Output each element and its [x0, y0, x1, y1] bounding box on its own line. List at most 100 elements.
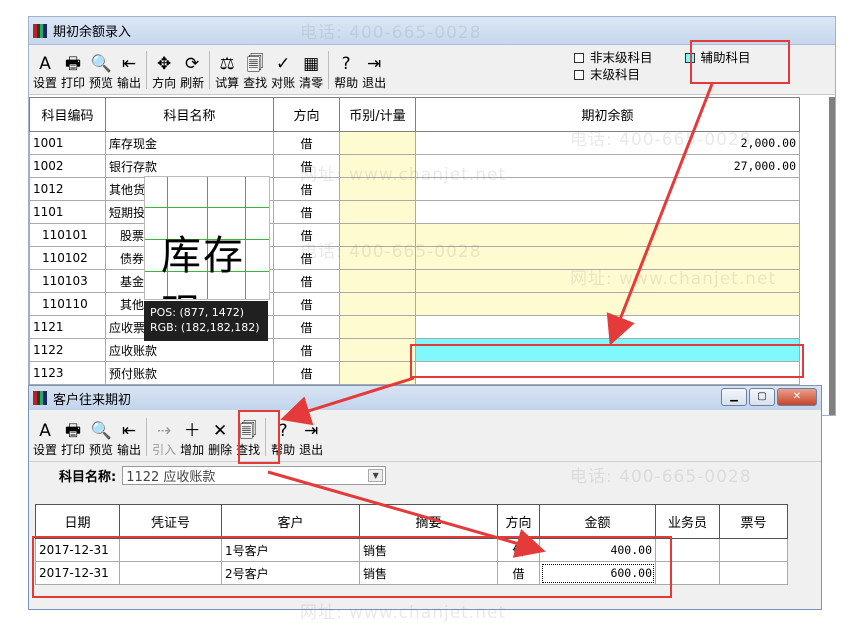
window-title: 期初余额录入	[53, 25, 132, 40]
cell-currency[interactable]	[339, 131, 416, 155]
cell-direction[interactable]: 借	[273, 269, 340, 293]
magnifier-overlay: 库存现	[144, 176, 270, 300]
exit-button[interactable]: ⇥ 退出	[360, 47, 388, 91]
preview-button-label: 预览	[89, 76, 114, 90]
col-header-date[interactable]: 日期	[35, 504, 120, 539]
cell-direction[interactable]: 借	[273, 246, 340, 270]
exit-button-2-label: 退出	[299, 443, 324, 457]
col-header-staff[interactable]: 业务员	[655, 504, 720, 539]
reconcile-icon: ✓	[276, 54, 291, 74]
clear-button[interactable]: ▦ 清零	[297, 47, 325, 91]
settings-button-label: 设置	[33, 76, 58, 90]
col-header-code[interactable]: 科目编码	[29, 97, 106, 132]
cell-currency[interactable]	[339, 292, 416, 316]
cell-direction[interactable]: 借	[273, 177, 340, 201]
cell-balance[interactable]	[415, 315, 800, 339]
print-icon-2: 🖶	[64, 421, 82, 441]
cell-balance[interactable]: 27,000.00	[415, 154, 800, 178]
cell-ticket[interactable]	[719, 538, 788, 562]
cell-direction[interactable]: 借	[273, 361, 340, 385]
col-header-direction[interactable]: 方向	[273, 97, 340, 132]
minimize-button[interactable]: ▁	[721, 388, 747, 406]
export-icon: ⇤	[121, 54, 137, 74]
refresh-button[interactable]: ⟳ 刷新	[178, 47, 206, 91]
preview-button[interactable]: 🔍 预览	[87, 47, 115, 91]
cell-balance[interactable]	[415, 200, 800, 224]
print-button-2[interactable]: 🖶 打印	[59, 414, 87, 458]
maximize-button[interactable]: ▢	[749, 388, 775, 406]
window-title-2: 客户往来期初	[53, 392, 132, 408]
col-header-name[interactable]: 科目名称	[105, 97, 274, 132]
col-header-currency[interactable]: 币别/计量	[339, 97, 416, 132]
preview-button-2[interactable]: 🔍 预览	[87, 414, 115, 458]
cell-balance[interactable]	[415, 246, 800, 270]
help-button[interactable]: ? 帮助	[332, 47, 360, 91]
col-header-ticket[interactable]: 票号	[719, 504, 788, 539]
cell-code: 1002	[29, 154, 106, 178]
toolbar-2: A 设置 🖶 打印 🔍 预览 ⇤ 输出 ⇢ 引入＋增加 ✕ 删除 🗐 查找? 帮助 ⇥ 退出	[29, 410, 821, 462]
cell-direction[interactable]: 借	[273, 338, 340, 362]
exit-button-2[interactable]: ⇥ 退出	[297, 414, 325, 458]
cell-code: 110103	[29, 269, 106, 293]
direction-button[interactable]: ✥ 方向	[150, 47, 178, 91]
cell-direction[interactable]: 借	[273, 223, 340, 247]
cell-balance[interactable]	[415, 292, 800, 316]
subject-label: 科目名称:	[59, 469, 117, 485]
cell-currency[interactable]	[339, 154, 416, 178]
pos-readout: POS: (877, 1472)	[150, 306, 245, 319]
find-button[interactable]: 🗐 查找	[241, 47, 269, 91]
print-button[interactable]: 🖶 打印	[59, 47, 87, 91]
reconcile-button[interactable]: ✓ 对账	[269, 47, 297, 91]
cell-direction[interactable]: 借	[273, 292, 340, 316]
entries-highlight	[32, 536, 672, 598]
settings-icon: A	[39, 54, 51, 74]
cell-currency[interactable]	[339, 315, 416, 339]
cell-currency[interactable]	[339, 269, 416, 293]
chevron-down-icon[interactable]: ▼	[368, 468, 384, 482]
col-header-direction-2[interactable]: 方向	[497, 504, 540, 539]
cell-balance[interactable]: 2,000.00	[415, 131, 800, 155]
cell-currency[interactable]	[339, 338, 416, 362]
add-button[interactable]: ＋ 增加	[178, 414, 206, 458]
cell-direction[interactable]: 借	[273, 315, 340, 339]
cell-currency[interactable]	[339, 223, 416, 247]
col-header-voucher[interactable]: 凭证号	[119, 504, 222, 539]
import-button[interactable]: ⇢ 引入	[150, 414, 178, 458]
cell-ticket[interactable]	[719, 561, 788, 585]
cell-currency[interactable]	[339, 177, 416, 201]
close-button[interactable]: ✕	[777, 388, 817, 406]
find-button-label: 查找	[243, 76, 268, 90]
settings-icon-2: A	[39, 421, 51, 441]
export-button-2[interactable]: ⇤ 输出	[115, 414, 143, 458]
cell-direction[interactable]: 借	[273, 200, 340, 224]
trial-balance-button-label: 试算	[215, 76, 240, 90]
preview-icon: 🔍	[90, 54, 112, 74]
direction-button-label: 方向	[152, 76, 177, 90]
table-row[interactable]: 1002 银行存款借 27,000.00	[29, 154, 800, 178]
table-row[interactable]: 1001 库存现金借 2,000.00	[29, 131, 800, 155]
cell-currency[interactable]	[339, 200, 416, 224]
settings-button-2-label: 设置	[33, 443, 58, 457]
col-header-balance[interactable]: 期初余额	[415, 97, 800, 132]
delete-button[interactable]: ✕ 删除	[206, 414, 234, 458]
cell-code: 1012	[29, 177, 106, 201]
cell-balance[interactable]	[415, 223, 800, 247]
cell-currency[interactable]	[339, 361, 416, 385]
cell-direction[interactable]: 借	[273, 131, 340, 155]
settings-button[interactable]: A 设置	[31, 47, 59, 91]
subject-select[interactable]: 1122 应收账款 ▼	[122, 465, 387, 485]
trial-balance-button[interactable]: ⚖ 试算	[213, 47, 241, 91]
cell-currency[interactable]	[339, 246, 416, 270]
help-button-label: 帮助	[334, 76, 359, 90]
export-button[interactable]: ⇤ 输出	[115, 47, 143, 91]
cell-direction[interactable]: 借	[273, 154, 340, 178]
cell-balance[interactable]	[415, 269, 800, 293]
print-button-2-label: 打印	[61, 443, 86, 457]
cell-balance[interactable]	[415, 177, 800, 201]
col-header-customer[interactable]: 客户	[221, 504, 360, 539]
settings-button-2[interactable]: A 设置	[31, 414, 59, 458]
cell-name: 银行存款	[105, 154, 274, 178]
cell-code: 110110	[29, 292, 106, 316]
col-header-summary[interactable]: 摘要	[359, 504, 498, 539]
col-header-amount[interactable]: 金额	[539, 504, 656, 539]
